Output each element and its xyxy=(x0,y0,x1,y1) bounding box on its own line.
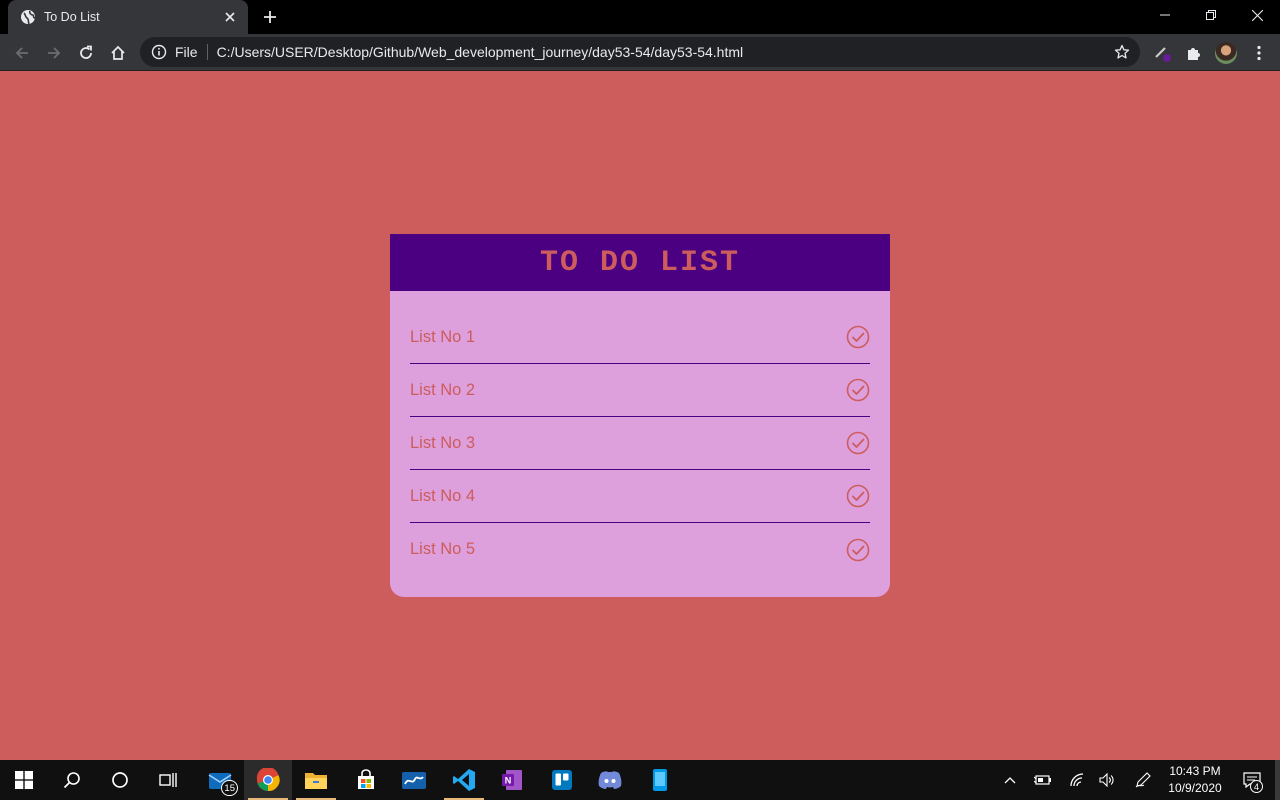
task-view-icon[interactable] xyxy=(144,760,192,800)
bookmark-star-icon[interactable] xyxy=(1114,44,1130,60)
check-circle-icon[interactable] xyxy=(846,484,870,508)
check-circle-icon[interactable] xyxy=(846,325,870,349)
browser-toolbar: File C:/Users/USER/Desktop/Github/Web_de… xyxy=(0,34,1280,71)
cortana-icon[interactable] xyxy=(96,760,144,800)
clock-time: 10:43 PM xyxy=(1169,764,1221,778)
list-item-label: List No 2 xyxy=(410,380,476,399)
address-bar[interactable]: File C:/Users/USER/Desktop/Github/Web_de… xyxy=(140,37,1140,67)
list-item[interactable]: List No 3 xyxy=(410,417,870,470)
discord-app-icon[interactable] xyxy=(586,760,634,800)
minimize-button[interactable] xyxy=(1142,0,1188,30)
pen-workspace-icon[interactable] xyxy=(1130,760,1156,800)
todo-header: TO DO LIST xyxy=(390,234,890,291)
restore-button[interactable] xyxy=(1188,0,1234,30)
start-button[interactable] xyxy=(0,760,48,800)
list-item-label: List No 4 xyxy=(410,486,476,505)
todo-list: List No 1 List No 2 List No 3 List No 4 … xyxy=(390,291,890,576)
url-scheme-label: File xyxy=(175,44,198,60)
todo-card: TO DO LIST List No 1 List No 2 List No 3… xyxy=(390,234,890,597)
search-icon[interactable] xyxy=(48,760,96,800)
taskbar: 15 N 10:43 PM 10/9/2020 4 xyxy=(0,760,1280,800)
list-item-label: List No 5 xyxy=(410,540,476,558)
svg-text:N: N xyxy=(505,776,512,786)
more-menu-icon[interactable] xyxy=(1247,41,1271,65)
tab-close-icon[interactable] xyxy=(222,9,238,25)
list-item-label: List No 1 xyxy=(410,327,476,346)
tab-bar: To Do List xyxy=(0,0,1280,34)
browser-tab[interactable]: To Do List xyxy=(8,0,248,34)
extensions-puzzle-icon[interactable] xyxy=(1182,41,1206,65)
list-item[interactable]: List No 4 xyxy=(410,470,870,523)
store-app-icon[interactable] xyxy=(342,760,390,800)
home-button[interactable] xyxy=(104,39,132,67)
url-text[interactable]: C:/Users/USER/Desktop/Github/Web_develop… xyxy=(217,44,744,60)
show-desktop-button[interactable] xyxy=(1275,760,1280,800)
trello-app-icon[interactable] xyxy=(538,760,586,800)
list-item-label: List No 3 xyxy=(410,433,476,452)
globe-icon xyxy=(20,9,36,25)
system-clock[interactable]: 10:43 PM 10/9/2020 xyxy=(1160,763,1230,797)
mail-badge: 15 xyxy=(221,780,238,796)
tab-title: To Do List xyxy=(44,10,100,24)
close-window-button[interactable] xyxy=(1234,0,1280,30)
page-title: TO DO LIST xyxy=(539,245,741,280)
show-hidden-icons-icon[interactable] xyxy=(998,760,1022,800)
wifi-icon[interactable] xyxy=(1064,760,1090,800)
new-tab-button[interactable] xyxy=(258,6,282,28)
vscode-app-icon[interactable] xyxy=(440,760,488,800)
list-item[interactable]: List No 5 xyxy=(410,523,870,576)
volume-icon[interactable] xyxy=(1094,760,1120,800)
check-circle-icon[interactable] xyxy=(846,378,870,402)
chrome-app-icon[interactable] xyxy=(244,760,292,800)
action-center-icon[interactable]: 4 xyxy=(1232,760,1272,800)
reload-button[interactable] xyxy=(72,39,100,67)
check-circle-icon[interactable] xyxy=(846,431,870,455)
notification-count-badge: 4 xyxy=(1250,780,1263,793)
list-item[interactable]: List No 1 xyxy=(410,311,870,364)
check-circle-icon[interactable] xyxy=(846,538,870,562)
forward-button[interactable] xyxy=(40,39,68,67)
info-icon[interactable] xyxy=(151,44,167,60)
whiteboard-app-icon[interactable] xyxy=(390,760,438,800)
extension-pen-icon[interactable] xyxy=(1151,41,1175,65)
omnibox-divider xyxy=(206,44,208,60)
battery-icon[interactable] xyxy=(1030,760,1056,800)
mail-app-icon[interactable]: 15 xyxy=(196,760,244,800)
onenote-app-icon[interactable]: N xyxy=(488,760,536,800)
clock-date: 10/9/2020 xyxy=(1168,781,1222,795)
phone-app-icon[interactable] xyxy=(636,760,684,800)
profile-avatar[interactable] xyxy=(1215,42,1237,64)
file-explorer-icon[interactable] xyxy=(292,760,340,800)
back-button[interactable] xyxy=(8,39,36,67)
list-item[interactable]: List No 2 xyxy=(410,364,870,417)
